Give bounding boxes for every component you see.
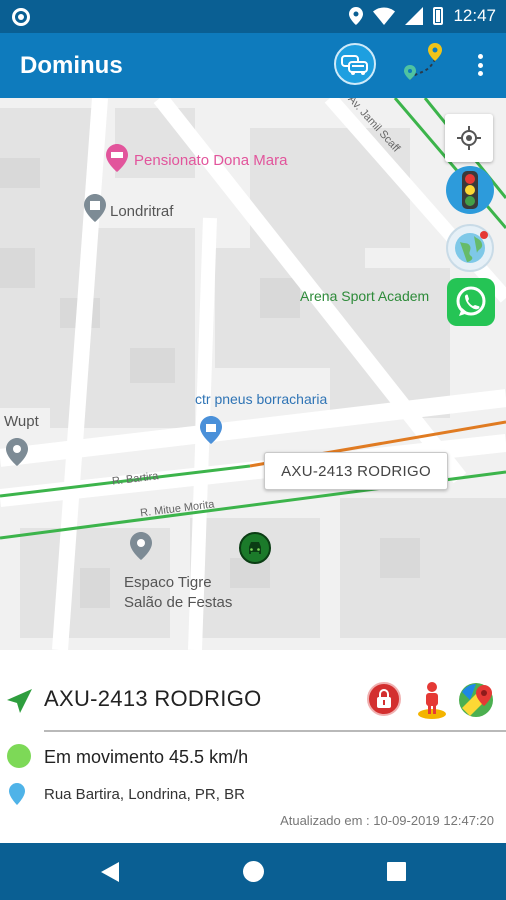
street-view-icon bbox=[418, 682, 446, 719]
globe-icon bbox=[455, 231, 488, 263]
navigation-arrow-icon bbox=[7, 689, 32, 713]
address-row: Rua Bartira, Londrina, PR, BR bbox=[0, 780, 506, 808]
vehicle-marker[interactable] bbox=[239, 532, 271, 564]
back-icon[interactable] bbox=[100, 861, 120, 883]
poi-label-ctr-pneus[interactable]: ctr pneus borracharia bbox=[195, 391, 327, 407]
location-icon bbox=[349, 7, 364, 25]
poi-label-londritraf[interactable]: Londritraf bbox=[110, 203, 173, 220]
battery-icon bbox=[433, 7, 444, 25]
poi-label-pensionato[interactable]: Pensionato Dona Mara bbox=[134, 152, 287, 169]
fleet-button[interactable] bbox=[334, 43, 376, 85]
app-title: Dominus bbox=[20, 52, 123, 79]
shopping-pin-icon bbox=[200, 416, 222, 444]
map-background bbox=[0, 98, 506, 650]
notification-icon bbox=[12, 8, 30, 26]
vehicle-header-row: AXU-2413 RODRIGO bbox=[0, 680, 506, 720]
recents-icon[interactable] bbox=[387, 862, 406, 881]
system-nav-bar bbox=[0, 843, 506, 900]
route-icon bbox=[404, 43, 442, 80]
open-google-maps-button[interactable] bbox=[458, 682, 494, 718]
block-vehicle-button[interactable] bbox=[367, 682, 401, 716]
wifi-icon bbox=[373, 7, 396, 25]
google-maps-icon bbox=[459, 683, 493, 717]
status-icons: 12:47 bbox=[349, 5, 496, 27]
traffic-light-icon bbox=[462, 171, 478, 209]
signal-icon bbox=[405, 7, 424, 25]
whatsapp-icon bbox=[456, 286, 486, 316]
clock: 12:47 bbox=[453, 6, 496, 25]
poi-pin-icon bbox=[84, 194, 106, 222]
movement-status-row: Em movimento 45.5 km/h bbox=[0, 742, 506, 772]
status-bar: 12:47 bbox=[0, 0, 506, 33]
poi-label-salao-festas[interactable]: Salão de Festas bbox=[124, 594, 232, 611]
vehicle-name: AXU-2413 RODRIGO bbox=[44, 686, 262, 711]
more-vert-icon bbox=[477, 54, 483, 59]
poi-label-wupt[interactable]: Wupt bbox=[4, 413, 39, 430]
app-bar: Dominus bbox=[0, 33, 506, 98]
poi-pin-icon bbox=[130, 532, 152, 560]
route-button[interactable] bbox=[398, 41, 446, 89]
fleet-icon bbox=[341, 55, 368, 75]
poi-label-espaco-tigre[interactable]: Espaco Tigre bbox=[124, 574, 212, 591]
movement-status: Em movimento 45.5 km/h bbox=[44, 747, 249, 767]
vehicle-info-panel: AXU-2413 RODRIGO Em movimento 45.5 km/h … bbox=[0, 650, 506, 843]
poi-label-arena-sport[interactable]: Arena Sport Academ bbox=[300, 288, 429, 304]
street-view-button[interactable] bbox=[415, 680, 449, 720]
location-pin-icon bbox=[9, 783, 25, 805]
status-indicator-dot bbox=[7, 744, 31, 768]
car-icon bbox=[249, 542, 261, 554]
home-icon[interactable] bbox=[243, 861, 264, 882]
my-location-icon bbox=[457, 126, 481, 150]
traffic-button[interactable] bbox=[446, 166, 494, 214]
my-location-button[interactable] bbox=[445, 114, 493, 162]
last-updated: Atualizado em : 10-09-2019 12:47:20 bbox=[280, 813, 494, 828]
whatsapp-button[interactable] bbox=[447, 278, 495, 326]
poi-pin-icon bbox=[6, 438, 28, 466]
more-options-button[interactable] bbox=[470, 51, 490, 79]
map-type-button[interactable] bbox=[446, 224, 494, 272]
map-view[interactable]: R. Bartira R. Mitue Morita Av. Jamil Sca… bbox=[0, 98, 506, 650]
lock-icon bbox=[377, 689, 391, 708]
lodging-pin-icon bbox=[106, 144, 128, 172]
vehicle-callout[interactable]: AXU-2413 RODRIGO bbox=[264, 452, 448, 490]
divider bbox=[44, 730, 506, 732]
vehicle-address: Rua Bartira, Londrina, PR, BR bbox=[44, 786, 245, 803]
